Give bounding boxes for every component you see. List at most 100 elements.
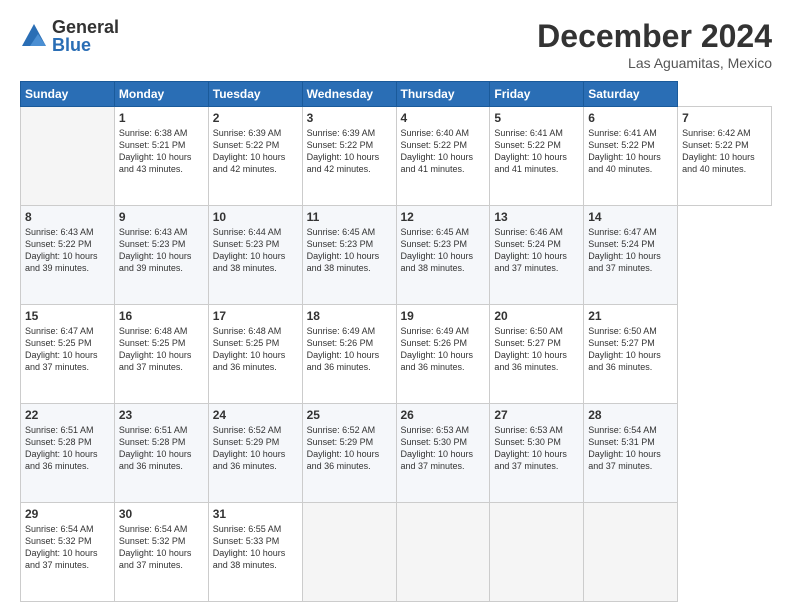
title-block: December 2024 Las Aguamitas, Mexico: [537, 18, 772, 71]
cell-info: Sunrise: 6:39 AM Sunset: 5:22 PM Dayligh…: [213, 127, 298, 176]
logo-general: General: [52, 18, 119, 36]
cell-info: Sunrise: 6:48 AM Sunset: 5:25 PM Dayligh…: [213, 325, 298, 374]
cell-info: Sunrise: 6:51 AM Sunset: 5:28 PM Dayligh…: [119, 424, 204, 473]
calendar-cell: 2 Sunrise: 6:39 AM Sunset: 5:22 PM Daylig…: [208, 107, 302, 206]
day-number: 30: [119, 507, 204, 521]
day-header-sunday: Sunday: [21, 82, 115, 107]
cell-info: Sunrise: 6:54 AM Sunset: 5:32 PM Dayligh…: [119, 523, 204, 572]
cell-info: Sunrise: 6:53 AM Sunset: 5:30 PM Dayligh…: [494, 424, 579, 473]
day-number: 10: [213, 210, 298, 224]
cell-info: Sunrise: 6:53 AM Sunset: 5:30 PM Dayligh…: [401, 424, 486, 473]
calendar-cell: 9 Sunrise: 6:43 AM Sunset: 5:23 PM Daylig…: [114, 206, 208, 305]
cell-info: Sunrise: 6:39 AM Sunset: 5:22 PM Dayligh…: [307, 127, 392, 176]
day-number: 17: [213, 309, 298, 323]
cell-info: Sunrise: 6:50 AM Sunset: 5:27 PM Dayligh…: [588, 325, 673, 374]
calendar-week-4: 22Sunrise: 6:51 AM Sunset: 5:28 PM Dayli…: [21, 404, 772, 503]
calendar-cell: [584, 503, 678, 602]
calendar-cell: 21 Sunrise: 6:50 AM Sunset: 5:27 PM Dayli…: [584, 305, 678, 404]
day-number: 9: [119, 210, 204, 224]
calendar-cell: 23Sunrise: 6:51 AM Sunset: 5:28 PM Dayli…: [114, 404, 208, 503]
calendar-cell: 25Sunrise: 6:52 AM Sunset: 5:29 PM Dayli…: [302, 404, 396, 503]
calendar-week-5: 29 Sunrise: 6:54 AM Sunset: 5:32 PM Dayli…: [21, 503, 772, 602]
calendar-cell: 7Sunrise: 6:42 AM Sunset: 5:22 PM Daylig…: [678, 107, 772, 206]
cell-info: Sunrise: 6:50 AM Sunset: 5:27 PM Dayligh…: [494, 325, 579, 374]
calendar-cell: 20 Sunrise: 6:50 AM Sunset: 5:27 PM Dayli…: [490, 305, 584, 404]
day-number: 21: [588, 309, 673, 323]
calendar-week-2: 8 Sunrise: 6:43 AM Sunset: 5:22 PM Daylig…: [21, 206, 772, 305]
calendar-cell: 4Sunrise: 6:40 AM Sunset: 5:22 PM Daylig…: [396, 107, 490, 206]
day-number: 16: [119, 309, 204, 323]
cell-info: Sunrise: 6:54 AM Sunset: 5:32 PM Dayligh…: [25, 523, 110, 572]
day-number: 18: [307, 309, 392, 323]
day-number: 11: [307, 210, 392, 224]
calendar-cell: 11 Sunrise: 6:45 AM Sunset: 5:23 PM Dayli…: [302, 206, 396, 305]
day-number: 19: [401, 309, 486, 323]
calendar-cell: 31 Sunrise: 6:55 AM Sunset: 5:33 PM Dayli…: [208, 503, 302, 602]
calendar-cell: 12 Sunrise: 6:45 AM Sunset: 5:23 PM Dayli…: [396, 206, 490, 305]
cell-info: Sunrise: 6:45 AM Sunset: 5:23 PM Dayligh…: [401, 226, 486, 275]
cell-info: Sunrise: 6:44 AM Sunset: 5:23 PM Dayligh…: [213, 226, 298, 275]
calendar-cell: [396, 503, 490, 602]
calendar-cell: 3Sunrise: 6:39 AM Sunset: 5:22 PM Daylig…: [302, 107, 396, 206]
calendar-cell: 13Sunrise: 6:46 AM Sunset: 5:24 PM Dayli…: [490, 206, 584, 305]
day-header-thursday: Thursday: [396, 82, 490, 107]
calendar-cell: 30 Sunrise: 6:54 AM Sunset: 5:32 PM Dayli…: [114, 503, 208, 602]
calendar-cell: 27 Sunrise: 6:53 AM Sunset: 5:30 PM Dayli…: [490, 404, 584, 503]
calendar-body: 1 Sunrise: 6:38 AM Sunset: 5:21 PM Daylig…: [21, 107, 772, 602]
calendar-week-3: 15Sunrise: 6:47 AM Sunset: 5:25 PM Dayli…: [21, 305, 772, 404]
cell-info: Sunrise: 6:45 AM Sunset: 5:23 PM Dayligh…: [307, 226, 392, 275]
day-header-saturday: Saturday: [584, 82, 678, 107]
cell-info: Sunrise: 6:54 AM Sunset: 5:31 PM Dayligh…: [588, 424, 673, 473]
day-number: 29: [25, 507, 110, 521]
day-number: 7: [682, 111, 767, 125]
cell-info: Sunrise: 6:55 AM Sunset: 5:33 PM Dayligh…: [213, 523, 298, 572]
calendar-cell: 8 Sunrise: 6:43 AM Sunset: 5:22 PM Daylig…: [21, 206, 115, 305]
day-number: 20: [494, 309, 579, 323]
calendar-page: General Blue December 2024 Las Aguamitas…: [0, 0, 792, 612]
day-number: 13: [494, 210, 579, 224]
day-header-wednesday: Wednesday: [302, 82, 396, 107]
cell-info: Sunrise: 6:43 AM Sunset: 5:22 PM Dayligh…: [25, 226, 110, 275]
logo-text: General Blue: [52, 18, 119, 54]
day-number: 8: [25, 210, 110, 224]
day-number: 14: [588, 210, 673, 224]
day-number: 1: [119, 111, 204, 125]
day-number: 31: [213, 507, 298, 521]
cell-info: Sunrise: 6:49 AM Sunset: 5:26 PM Dayligh…: [401, 325, 486, 374]
day-number: 28: [588, 408, 673, 422]
day-number: 15: [25, 309, 110, 323]
day-number: 27: [494, 408, 579, 422]
calendar-cell: 10 Sunrise: 6:44 AM Sunset: 5:23 PM Dayli…: [208, 206, 302, 305]
calendar-cell: 15Sunrise: 6:47 AM Sunset: 5:25 PM Dayli…: [21, 305, 115, 404]
calendar-cell: 5Sunrise: 6:41 AM Sunset: 5:22 PM Daylig…: [490, 107, 584, 206]
day-number: 24: [213, 408, 298, 422]
calendar-cell: 26 Sunrise: 6:53 AM Sunset: 5:30 PM Dayli…: [396, 404, 490, 503]
calendar-table: SundayMondayTuesdayWednesdayThursdayFrid…: [20, 81, 772, 602]
calendar-cell: 6Sunrise: 6:41 AM Sunset: 5:22 PM Daylig…: [584, 107, 678, 206]
cell-info: Sunrise: 6:52 AM Sunset: 5:29 PM Dayligh…: [307, 424, 392, 473]
calendar-cell: [490, 503, 584, 602]
cell-info: Sunrise: 6:48 AM Sunset: 5:25 PM Dayligh…: [119, 325, 204, 374]
calendar-cell: [302, 503, 396, 602]
logo-icon: [20, 22, 48, 50]
day-number: 5: [494, 111, 579, 125]
day-header-tuesday: Tuesday: [208, 82, 302, 107]
day-header-friday: Friday: [490, 82, 584, 107]
day-number: 26: [401, 408, 486, 422]
cell-info: Sunrise: 6:43 AM Sunset: 5:23 PM Dayligh…: [119, 226, 204, 275]
calendar-cell: [21, 107, 115, 206]
calendar-cell: 22Sunrise: 6:51 AM Sunset: 5:28 PM Dayli…: [21, 404, 115, 503]
location: Las Aguamitas, Mexico: [537, 55, 772, 71]
logo-blue: Blue: [52, 36, 119, 54]
calendar-cell: 17 Sunrise: 6:48 AM Sunset: 5:25 PM Dayli…: [208, 305, 302, 404]
cell-info: Sunrise: 6:52 AM Sunset: 5:29 PM Dayligh…: [213, 424, 298, 473]
cell-info: Sunrise: 6:47 AM Sunset: 5:24 PM Dayligh…: [588, 226, 673, 275]
day-number: 2: [213, 111, 298, 125]
cell-info: Sunrise: 6:38 AM Sunset: 5:21 PM Dayligh…: [119, 127, 204, 176]
calendar-cell: 19 Sunrise: 6:49 AM Sunset: 5:26 PM Dayli…: [396, 305, 490, 404]
day-number: 12: [401, 210, 486, 224]
calendar-cell: 18Sunrise: 6:49 AM Sunset: 5:26 PM Dayli…: [302, 305, 396, 404]
calendar-cell: 28 Sunrise: 6:54 AM Sunset: 5:31 PM Dayli…: [584, 404, 678, 503]
calendar-cell: 1 Sunrise: 6:38 AM Sunset: 5:21 PM Daylig…: [114, 107, 208, 206]
day-header-monday: Monday: [114, 82, 208, 107]
